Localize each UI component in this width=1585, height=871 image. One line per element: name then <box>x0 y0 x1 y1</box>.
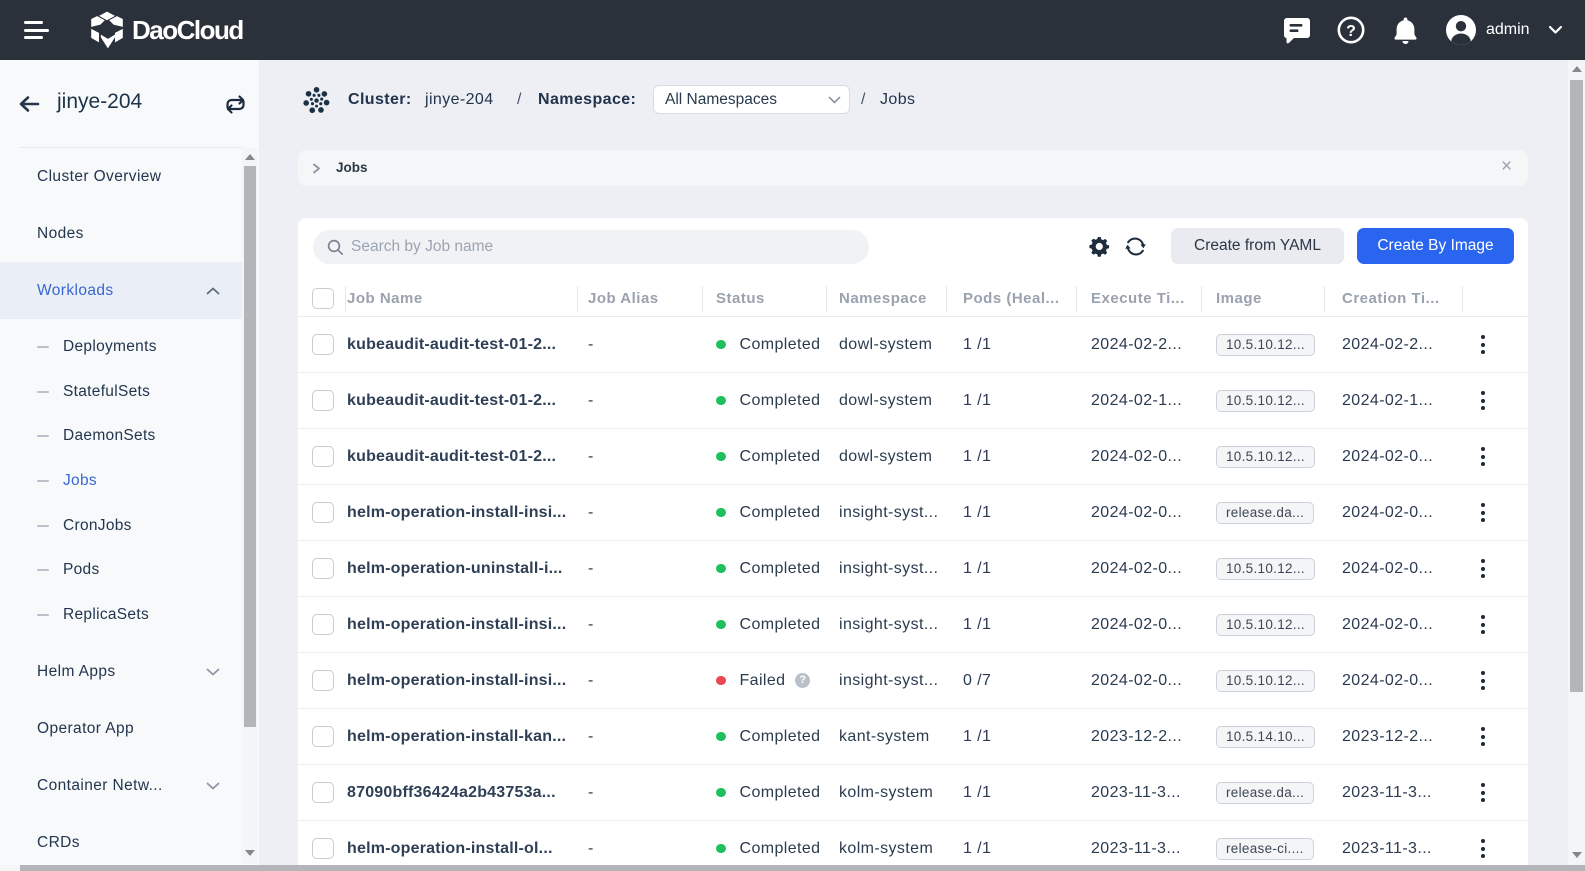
svg-text:?: ? <box>1346 23 1356 40</box>
